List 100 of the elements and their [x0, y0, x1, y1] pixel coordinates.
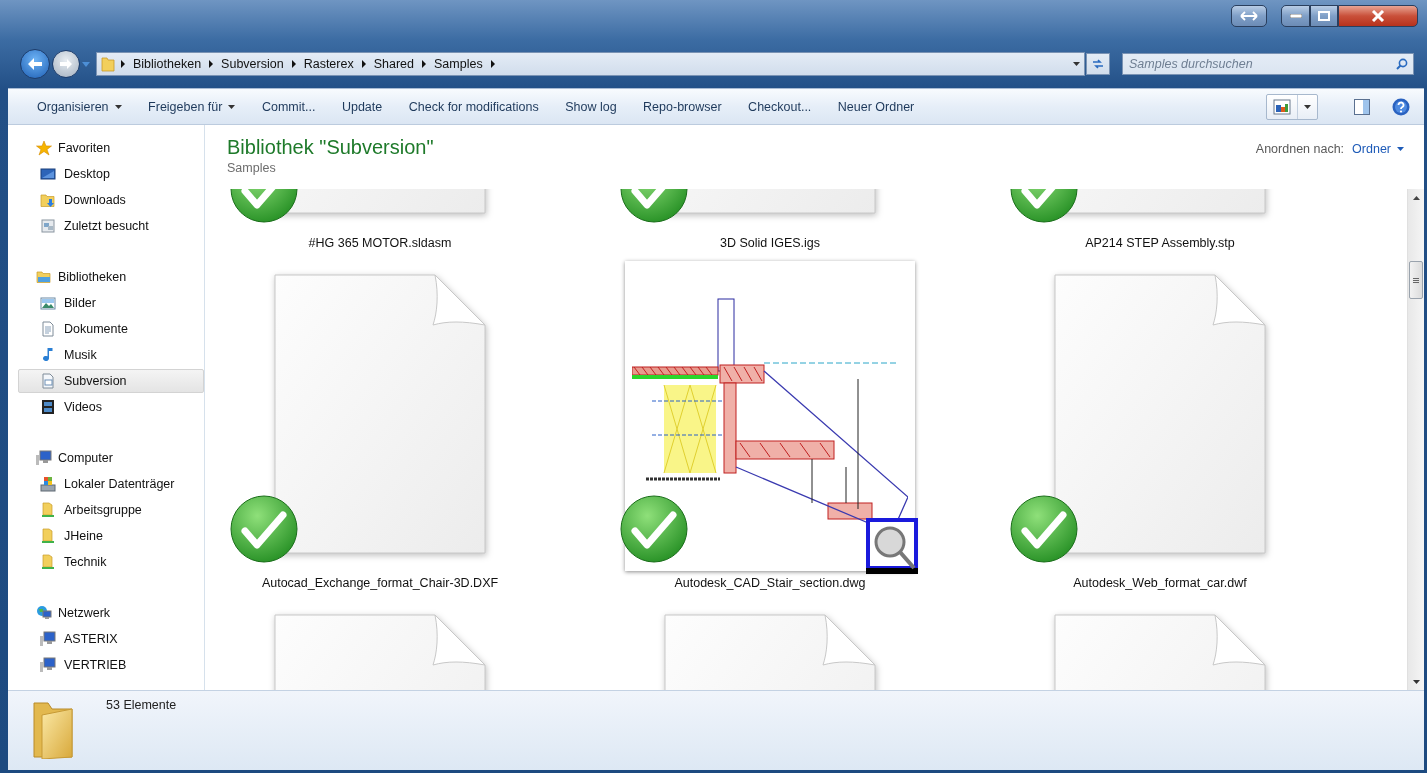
minimize-button[interactable]	[1281, 5, 1310, 27]
breadcrumb-link[interactable]: Rasterex	[301, 57, 356, 71]
toolbar-button[interactable]: Repo-browser	[635, 95, 730, 118]
scroll-down-icon	[1412, 679, 1420, 684]
caret-icon	[1073, 62, 1080, 66]
address-bar[interactable]: Bibliotheken Subversion Rasterex Shared Samples	[96, 52, 1085, 76]
toolbar-button[interactable]: Show log	[557, 95, 625, 118]
help-icon	[1392, 97, 1410, 116]
sidebar-item[interactable]: Downloads	[18, 188, 204, 212]
refresh-arrows-icon	[1091, 58, 1105, 70]
library-subtitle: Samples	[227, 161, 277, 175]
breadcrumb-arrow-icon	[209, 60, 214, 68]
library-title: Bibliothek "Subversion"	[227, 135, 434, 159]
download-folder-icon	[40, 192, 56, 208]
toolbar-button[interactable]: Freigeben für	[140, 95, 244, 118]
item-count: 53 Elemente	[106, 698, 177, 712]
close-icon	[1371, 10, 1385, 22]
file-name[interactable]: #HG 365 MOTOR.sldasm	[308, 236, 452, 250]
music-note-icon	[40, 347, 56, 363]
toolbar-button[interactable]: Checkout...	[740, 95, 820, 118]
maximize-button[interactable]	[1310, 5, 1338, 27]
computer-icon	[36, 450, 52, 466]
breadcrumb-link[interactable]: Subversion	[219, 57, 286, 71]
document-icon	[274, 274, 486, 554]
search-icon	[1396, 58, 1408, 70]
pane-icon	[1354, 98, 1370, 115]
library-document-icon	[40, 373, 56, 389]
sidebar-heading[interactable]: Netzwerk	[8, 601, 204, 625]
caret-icon	[1397, 147, 1404, 151]
breadcrumb-arrow-icon	[291, 60, 296, 68]
sidebar-item[interactable]: VERTRIEB	[18, 653, 204, 677]
star-icon	[36, 140, 52, 156]
document-icon	[40, 321, 56, 337]
toolbar-button[interactable]: Commit...	[253, 95, 324, 118]
arrange-label: Anordnen nach:	[1255, 142, 1345, 156]
back-button[interactable]	[20, 49, 50, 79]
caret-icon	[1304, 104, 1311, 109]
grip-icon	[1413, 277, 1419, 283]
shared-folder-icon	[40, 528, 56, 544]
arrange-dropdown[interactable]: Ordner	[1352, 142, 1404, 156]
file-name[interactable]: 3D Solid IGES.igs	[719, 236, 820, 250]
snap-button[interactable]	[1231, 5, 1267, 27]
toolbar-button[interactable]: Organisieren	[29, 95, 130, 118]
sidebar-item[interactable]: ASTERIX	[18, 627, 204, 651]
forward-arrow-icon	[59, 58, 73, 70]
breadcrumb-arrow-icon	[121, 60, 125, 68]
recent-places-icon	[40, 218, 56, 234]
sidebar-item[interactable]: Lokaler Datenträger	[18, 472, 204, 496]
toolbar-button[interactable]: Neuer Ordner	[829, 95, 923, 118]
breadcrumb-link[interactable]: Samples	[432, 57, 485, 71]
search-field[interactable]: Samples durchsuchen	[1122, 53, 1414, 75]
sidebar-item[interactable]: Dokumente	[18, 317, 204, 341]
file-name[interactable]: Autodesk_Web_format_car.dwf	[1073, 576, 1247, 590]
network-icon	[36, 605, 52, 621]
scrollbar[interactable]	[1407, 189, 1424, 690]
breadcrumb-link[interactable]: Bibliotheken	[131, 57, 204, 71]
sidebar-item[interactable]: Videos	[18, 395, 204, 419]
breadcrumb-arrow-icon	[361, 60, 366, 68]
picture-icon	[40, 295, 56, 311]
help-button[interactable]	[1392, 97, 1410, 116]
sidebar-heading[interactable]: Favoriten	[8, 136, 204, 160]
sidebar-heading[interactable]: Bibliotheken	[8, 265, 204, 289]
minimize-icon	[1289, 14, 1302, 18]
refresh-button[interactable]	[1086, 53, 1110, 75]
sidebar-item[interactable]: Desktop	[18, 162, 204, 186]
film-icon	[40, 399, 56, 415]
file-name[interactable]: Autodesk_CAD_Stair_section.dwg	[674, 576, 866, 590]
toolbar-button[interactable]: Check for modifications	[400, 95, 547, 118]
document-icon	[1054, 274, 1266, 554]
back-arrow-icon	[27, 57, 43, 71]
scrollbar-thumb[interactable]	[1409, 261, 1423, 299]
folder-icon	[101, 56, 115, 72]
sidebar-item[interactable]: Zuletzt besucht	[18, 214, 204, 238]
library-icon	[36, 269, 52, 285]
file-name[interactable]: AP214 STEP Assembly.stp	[1085, 236, 1235, 250]
computer-icon	[40, 631, 56, 647]
sidebar-heading[interactable]: Computer	[8, 446, 204, 470]
sidebar-item[interactable]: Subversion	[18, 369, 204, 393]
breadcrumb-link[interactable]: Shared	[371, 57, 416, 71]
scroll-up-icon	[1412, 195, 1420, 200]
sidebar-item[interactable]: Musik	[18, 343, 204, 367]
shared-folder-icon	[40, 502, 56, 518]
resize-arrows-icon	[1240, 11, 1258, 21]
sidebar-item[interactable]: Arbeitsgruppe	[18, 498, 204, 522]
sidebar-item[interactable]: Technik	[18, 550, 204, 574]
toolbar-button[interactable]: Update	[333, 95, 391, 118]
preview-pane-button[interactable]	[1354, 98, 1370, 115]
desktop-icon	[40, 166, 56, 182]
maximize-icon	[1318, 11, 1330, 21]
file-name[interactable]: Autocad_Exchange_format_Chair-3D.DXF	[261, 576, 499, 590]
breadcrumb-arrow-icon	[490, 60, 495, 68]
sidebar-item[interactable]: JHeine	[18, 524, 204, 548]
drive-icon	[40, 476, 56, 492]
computer-icon	[40, 657, 56, 673]
breadcrumb-arrow-icon	[422, 60, 426, 68]
view-icon	[1273, 98, 1291, 115]
sidebar-item[interactable]: Bilder	[18, 291, 204, 315]
close-button[interactable]	[1338, 5, 1418, 27]
forward-button[interactable]	[52, 50, 80, 78]
shared-folder-icon	[40, 554, 56, 570]
